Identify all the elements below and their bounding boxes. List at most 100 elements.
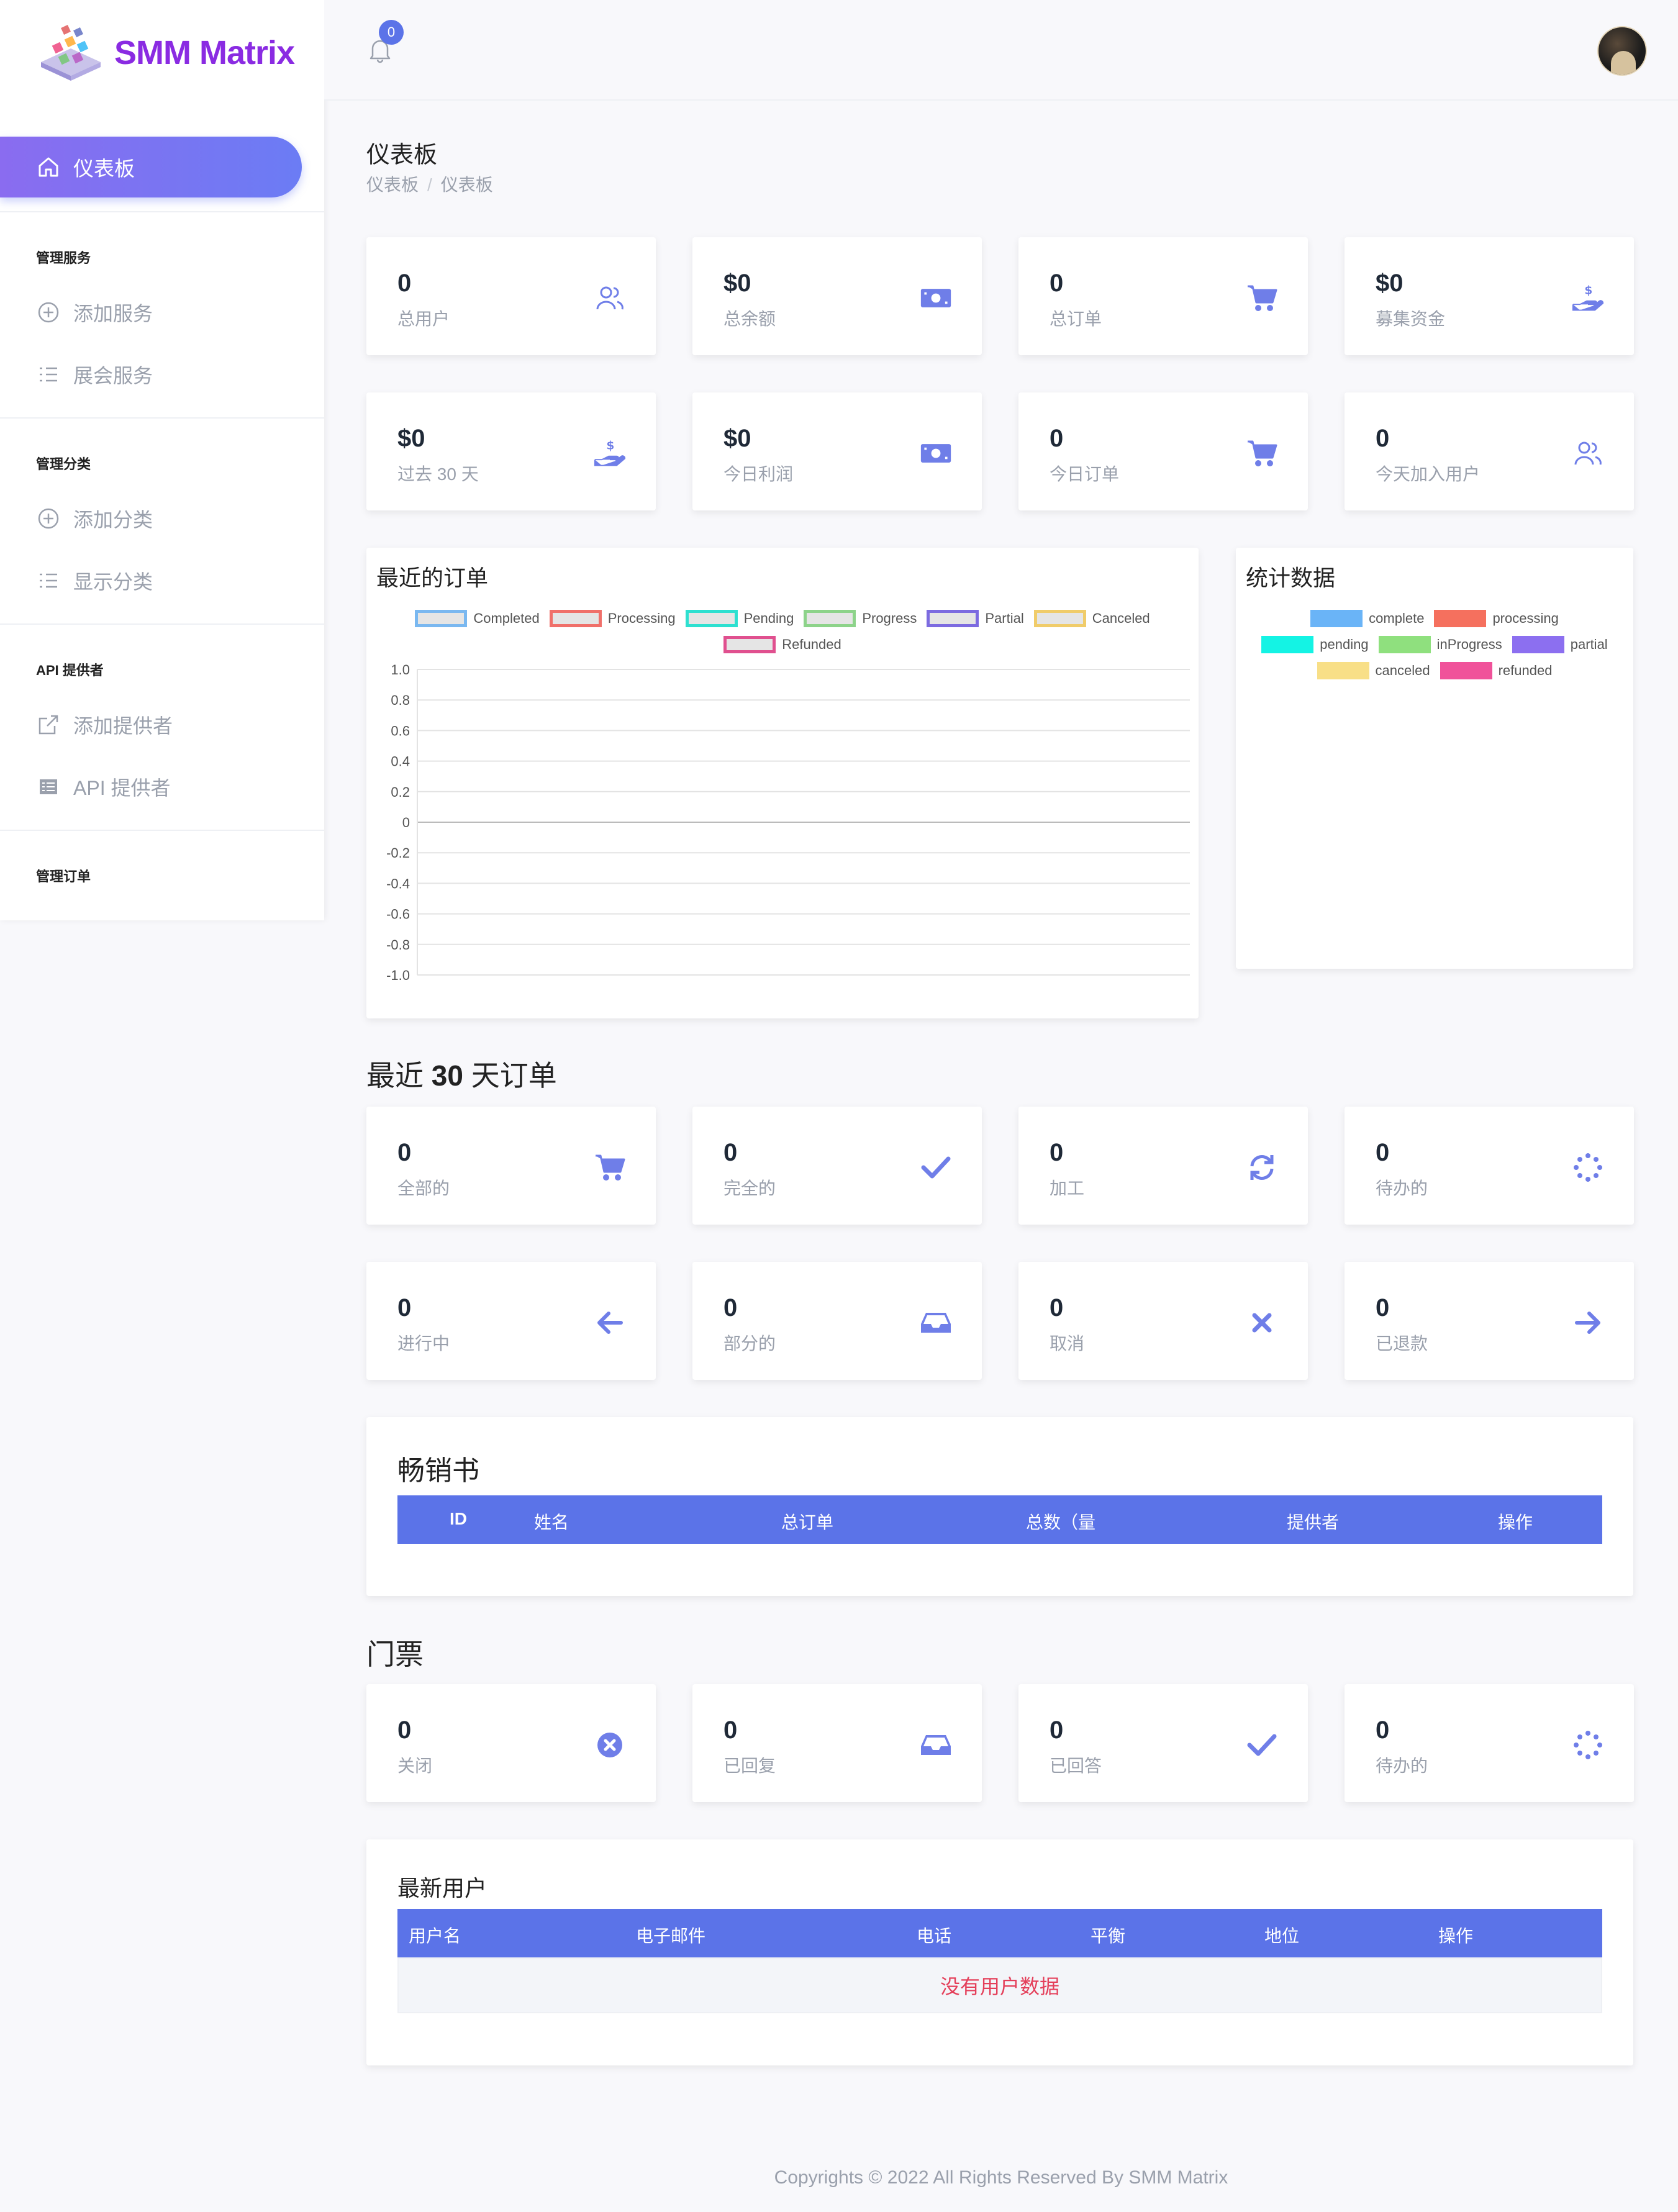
empty-state-row: 没有用户数据 — [397, 1957, 1602, 2013]
cart-icon — [1246, 282, 1278, 314]
column-header[interactable]: 总数（量 — [1026, 1509, 1095, 1534]
legend-swatch — [1261, 636, 1314, 653]
sidebar-item-show-categories[interactable]: 显示分类 — [36, 566, 153, 595]
recent-orders-chart: 1.0 0.8 0.6 0.4 0.2 0 -0.2 -0.4 -0.6 -0.8 -1.0 — [386, 662, 1190, 983]
sidebar-item-add-service[interactable]: 添加服务 — [36, 298, 153, 327]
stat-card-today-users: 0 今天加入用户 — [1345, 392, 1634, 510]
legend-item[interactable]: processing — [1434, 610, 1559, 627]
stat-value: 0 — [1050, 1294, 1064, 1321]
stat-card-funds-raised: $0 募集资金 $ — [1345, 237, 1634, 355]
stat-value: 0 — [397, 1139, 412, 1166]
column-header[interactable]: 提供者 — [1287, 1509, 1339, 1534]
column-header[interactable]: 姓名 — [534, 1509, 569, 1534]
column-header[interactable]: 电话 — [917, 1923, 951, 1947]
sidebar-divider — [0, 417, 324, 419]
app-root: SMM Matrix 仪表板 管理服务 添加服务 展会服务 管理分类 添加分类 … — [0, 0, 1678, 2212]
legend-item[interactable]: inProgress — [1378, 636, 1502, 653]
check-icon — [1246, 1729, 1278, 1761]
breadcrumb-item[interactable]: 仪表板 — [366, 175, 419, 194]
latest-users-title: 最新用户 — [397, 1875, 488, 1901]
stat-label: 已回复 — [723, 1756, 776, 1775]
legend-label: complete — [1369, 610, 1425, 626]
sidebar: SMM Matrix 仪表板 管理服务 添加服务 展会服务 管理分类 添加分类 … — [0, 0, 324, 920]
latest-users-table-header: 用户名 电子邮件 电话 平衡 地位 操作 — [397, 1909, 1602, 1957]
stat-value: 0 — [723, 1716, 738, 1744]
stat-value: $0 — [397, 425, 425, 452]
stat-card-today-profit: $0 今日利润 — [692, 392, 982, 510]
stat-label: 募集资金 — [1376, 309, 1446, 329]
stat-label: 今日订单 — [1050, 465, 1120, 484]
column-header[interactable]: 平衡 — [1091, 1923, 1125, 1947]
stat-card-refunded: 0 已退款 — [1345, 1262, 1634, 1380]
stat-label: 待办的 — [1376, 1179, 1428, 1198]
stat-label: 已退款 — [1376, 1334, 1428, 1353]
legend-item[interactable]: canceled — [1317, 662, 1430, 679]
legend-item[interactable]: refunded — [1440, 662, 1552, 679]
list-icon — [36, 568, 61, 593]
column-header[interactable]: 操作 — [1498, 1509, 1533, 1534]
legend-item[interactable]: partial — [1512, 636, 1608, 653]
legend-swatch — [1512, 636, 1564, 653]
stat-label: 关闭 — [397, 1756, 433, 1775]
avatar[interactable] — [1597, 26, 1647, 76]
legend-label: inProgress — [1436, 637, 1502, 652]
stat-card-all-orders: 0 全部的 — [366, 1107, 656, 1225]
logo-icon — [35, 19, 107, 87]
column-header[interactable]: 用户名 — [409, 1923, 461, 1947]
stat-value: 0 — [397, 270, 412, 297]
sidebar-item-dashboard[interactable]: 仪表板 — [0, 137, 302, 197]
bestsellers-title: 畅销书 — [397, 1456, 479, 1486]
stat-card-pending: 0 待办的 — [1345, 1107, 1634, 1225]
latest-users-panel: 最新用户 用户名 电子邮件 电话 平衡 地位 操作 没有用户数据 — [366, 1839, 1633, 2065]
plus-circle-icon — [36, 506, 61, 531]
recent-orders-chart-panel: 最近的订单 Completed Processing Pending Progr… — [366, 548, 1199, 1018]
hand-dollar-icon: $ — [1572, 282, 1604, 314]
bestsellers-panel: 畅销书 ID 姓名 总订单 总数（量 提供者 操作 — [366, 1417, 1633, 1596]
legend-swatch — [1317, 662, 1369, 679]
stat-label: 进行中 — [397, 1334, 450, 1353]
stat-label: 今日利润 — [723, 465, 794, 484]
sidebar-item-show-services[interactable]: 展会服务 — [36, 360, 153, 389]
stat-card-total-orders: 0 总订单 — [1018, 237, 1308, 355]
legend-swatch — [1434, 610, 1487, 627]
legend-item[interactable]: pending — [1261, 636, 1369, 653]
stat-card-partial: 0 部分的 — [692, 1262, 982, 1380]
hand-dollar-icon: $ — [594, 437, 626, 469]
chart-y-tick-label: -0.4 — [386, 876, 410, 891]
chart-y-tick-label: 0.2 — [391, 784, 410, 800]
spinner-icon — [1572, 1729, 1604, 1761]
stat-value: 0 — [397, 1716, 412, 1744]
sidebar-item-label: 仪表板 — [73, 157, 135, 180]
sidebar-item-add-category[interactable]: 添加分类 — [36, 504, 153, 533]
legend-label: partial — [1570, 637, 1608, 652]
inbox-icon — [920, 1729, 952, 1761]
inbox-icon — [920, 1307, 952, 1339]
spinner-icon — [1572, 1151, 1604, 1184]
home-icon — [36, 155, 61, 179]
page-title: 仪表板 — [366, 142, 438, 168]
sidebar-heading-services: 管理服务 — [36, 250, 91, 266]
stat-label: 已回答 — [1050, 1756, 1102, 1775]
legend-item[interactable]: complete — [1310, 610, 1424, 627]
column-header[interactable]: 地位 — [1264, 1923, 1299, 1947]
legend-label: pending — [1320, 637, 1369, 652]
stat-value: 0 — [723, 1139, 738, 1166]
column-header[interactable]: 电子邮件 — [636, 1923, 705, 1947]
sidebar-divider — [0, 830, 324, 831]
brand-logo[interactable]: SMM Matrix — [35, 19, 295, 87]
ticket-card-replied: 0 已回复 — [692, 1684, 982, 1802]
sidebar-item-add-provider[interactable]: 添加提供者 — [36, 710, 173, 739]
check-icon — [920, 1151, 952, 1184]
stat-card-canceled: 0 取消 — [1018, 1262, 1308, 1380]
sidebar-item-api-providers[interactable]: API 提供者 — [36, 773, 170, 801]
bestsellers-table-header: ID 姓名 总订单 总数（量 提供者 操作 — [397, 1495, 1602, 1544]
breadcrumb-item: 仪表板 — [440, 175, 493, 194]
times-circle-icon — [594, 1729, 626, 1761]
column-header[interactable]: 总订单 — [781, 1509, 833, 1534]
column-header[interactable]: 操作 — [1438, 1923, 1473, 1947]
stat-card-processing: 0 加工 — [1018, 1107, 1308, 1225]
column-header[interactable]: ID — [450, 1509, 467, 1529]
stat-card-in-progress: 0 进行中 — [366, 1262, 656, 1380]
users-icon — [1572, 437, 1604, 469]
legend-swatch — [1310, 610, 1363, 627]
